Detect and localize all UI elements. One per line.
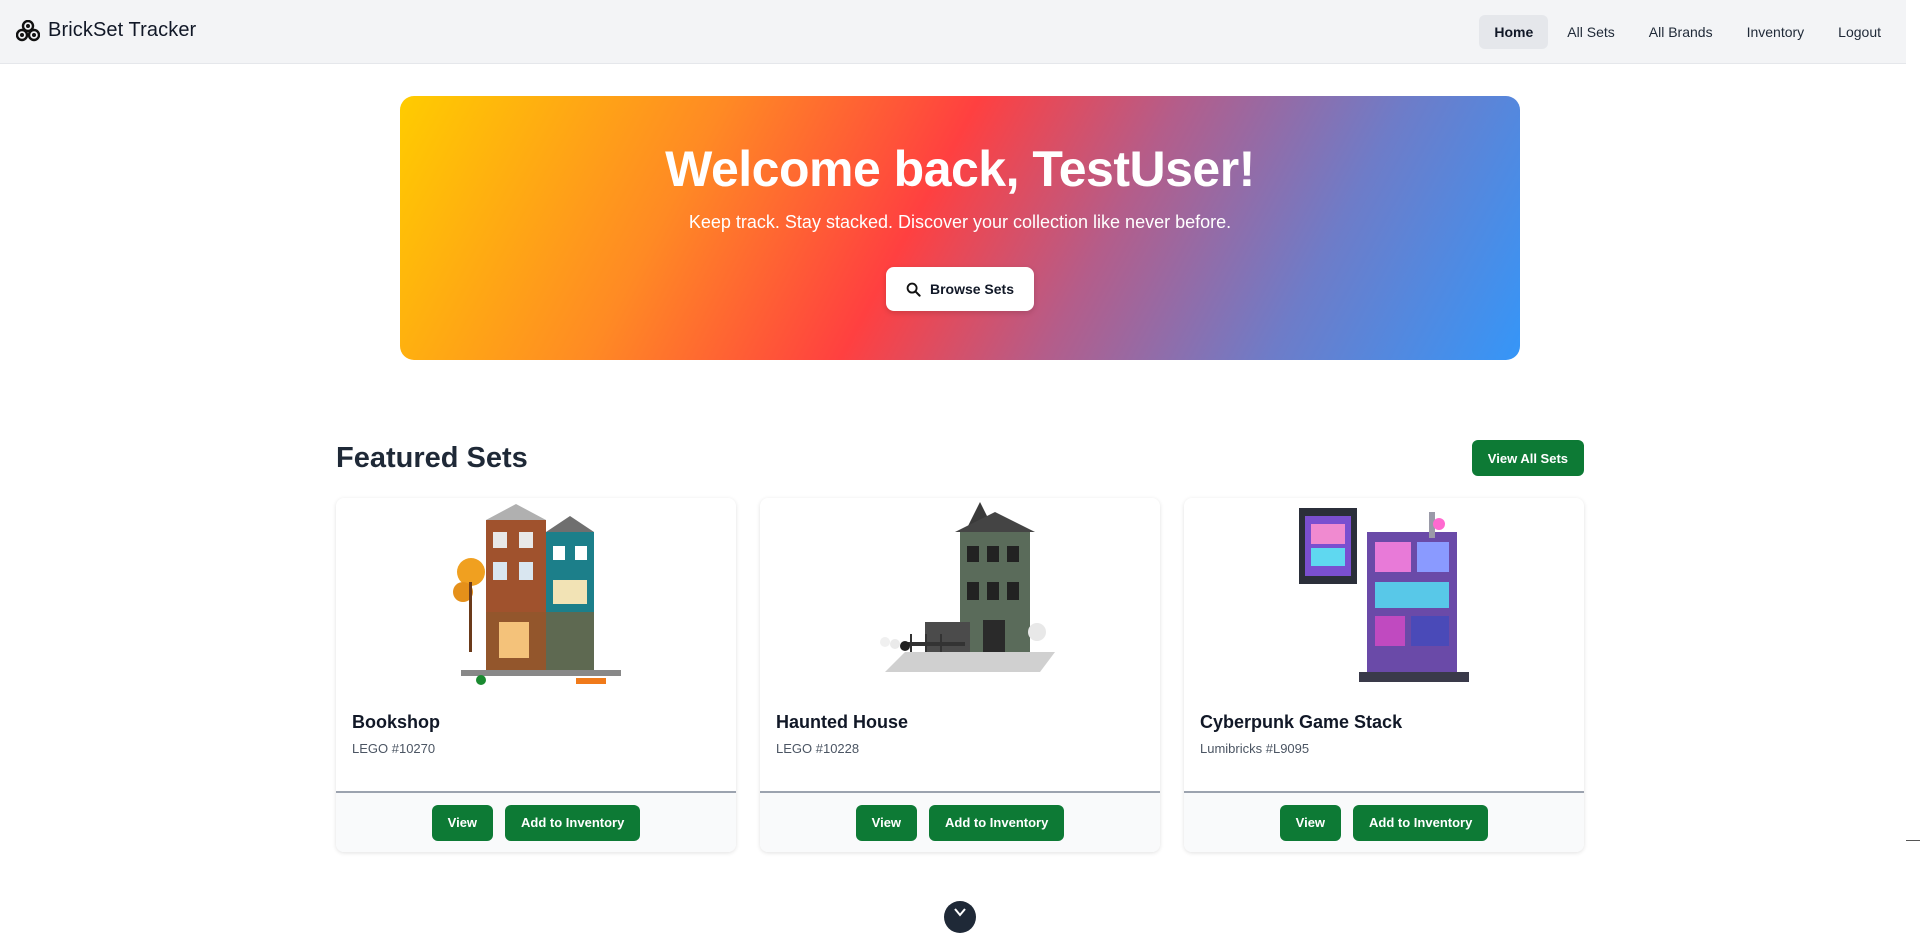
chevron-down-icon [954,908,966,917]
bricks-icon [16,19,40,41]
set-meta: LEGO #10228 [776,741,860,756]
nav-inventory[interactable]: Inventory [1732,15,1820,49]
nav-all-sets[interactable]: All Sets [1552,15,1629,49]
scroll-down-button[interactable] [944,901,976,933]
set-name: Cyberpunk Game Stack [1200,712,1403,732]
card-actions: View Add to Inventory [760,791,1160,852]
bookshop-set-image [453,504,621,685]
browse-sets-button[interactable]: Browse Sets [886,267,1034,311]
set-image[interactable] [760,502,1160,692]
add-to-inventory-button[interactable]: Add to Inventory [929,804,1065,841]
view-set-button[interactable]: View [1279,804,1342,841]
hero-banner: Welcome back, TestUser! Keep track. Stay… [400,96,1520,360]
search-icon [906,282,921,297]
nav-all-brands[interactable]: All Brands [1634,15,1728,49]
set-card: Bookshop LEGO #10270 View Add to Invento… [336,498,736,852]
featured-header: Featured Sets View All Sets [336,438,1584,478]
browse-sets-label: Browse Sets [929,281,1015,297]
app-title: BrickSet Tracker [48,19,197,41]
featured-title: Featured Sets [336,442,528,474]
set-name: Bookshop [352,712,440,732]
set-name: Haunted House [776,712,909,732]
haunted-house-set-image [880,502,1055,672]
set-meta: LEGO #10270 [352,741,436,756]
set-card: Haunted House LEGO #10228 View Add to In… [760,498,1160,852]
page-scrollbar[interactable] [1906,0,1920,925]
set-meta: Lumibricks #L9095 [1200,741,1310,756]
view-set-button[interactable]: View [855,804,918,841]
add-to-inventory-button[interactable]: Add to Inventory [505,804,641,841]
add-to-inventory-button[interactable]: Add to Inventory [1353,804,1489,841]
card-actions: View Add to Inventory [336,791,736,852]
set-image[interactable] [1184,502,1584,692]
brand[interactable]: BrickSet Tracker [16,19,196,42]
nav-links: Home All Sets All Brands Inventory Logou… [1479,15,1896,49]
cyberpunk-set-image [1299,508,1469,682]
card-actions: View Add to Inventory [1184,791,1584,852]
set-card: Cyberpunk Game Stack Lumibricks #L9095 V… [1184,498,1584,852]
top-navbar: BrickSet Tracker Home All Sets All Brand… [0,0,1906,64]
nav-logout[interactable]: Logout [1823,15,1896,49]
scrollbar-thumb-edge[interactable] [1906,840,1920,841]
featured-cards: Bookshop LEGO #10270 View Add to Invento… [336,498,1584,852]
view-all-sets-button[interactable]: View All Sets [1471,440,1584,476]
hero-subtitle: Keep track. Stay stacked. Discover your … [688,212,1232,232]
hero-title: Welcome back, TestUser! [665,141,1255,197]
nav-home[interactable]: Home [1479,15,1549,49]
view-set-button[interactable]: View [431,804,494,841]
set-image[interactable] [336,502,736,692]
